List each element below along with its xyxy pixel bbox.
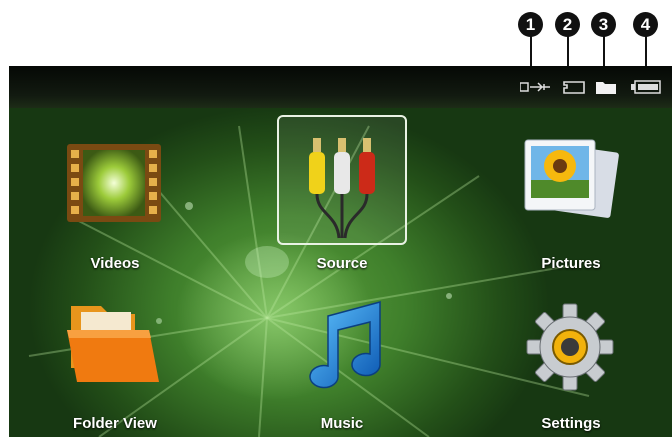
menu-item-settings[interactable]: Settings (491, 296, 651, 436)
callout-markers: 1 2 3 4 (0, 0, 672, 66)
callout-leader-2 (567, 35, 569, 66)
callout-leader-4 (645, 35, 647, 66)
callout-leader-1 (530, 35, 532, 66)
callout-2: 2 (555, 12, 580, 37)
folder-icon (596, 82, 616, 94)
menu-label-pictures: Pictures (541, 255, 601, 272)
projector-screen: Videos Source Pictures Folder View Music… (9, 66, 672, 437)
photo-icon (524, 139, 619, 218)
av-cable-icon (309, 138, 375, 239)
menu-item-music[interactable]: Music (262, 296, 422, 436)
music-note-icon (309, 301, 381, 389)
gear-icon (526, 303, 614, 391)
film-strip-icon (67, 144, 161, 222)
menu-label-videos: Videos (90, 255, 140, 272)
callout-3: 3 (591, 12, 616, 37)
menu-label-source: Source (316, 255, 368, 272)
menu-label-settings: Settings (541, 415, 601, 432)
menu-item-folder-view[interactable]: Folder View (35, 296, 195, 436)
callout-leader-3 (603, 35, 605, 66)
callout-1: 1 (518, 12, 543, 37)
menu-item-source[interactable]: Source (262, 136, 422, 276)
menu-item-pictures[interactable]: Pictures (491, 136, 651, 276)
sd-card-icon (563, 81, 585, 94)
menu-label-folder-view: Folder View (73, 415, 157, 432)
menu-label-music: Music (320, 415, 364, 432)
callout-4: 4 (633, 12, 658, 37)
folder-icon (67, 306, 159, 382)
menu-item-videos[interactable]: Videos (35, 136, 195, 276)
status-bar (9, 66, 672, 108)
battery-icon (631, 80, 661, 94)
usb-icon (520, 82, 550, 92)
